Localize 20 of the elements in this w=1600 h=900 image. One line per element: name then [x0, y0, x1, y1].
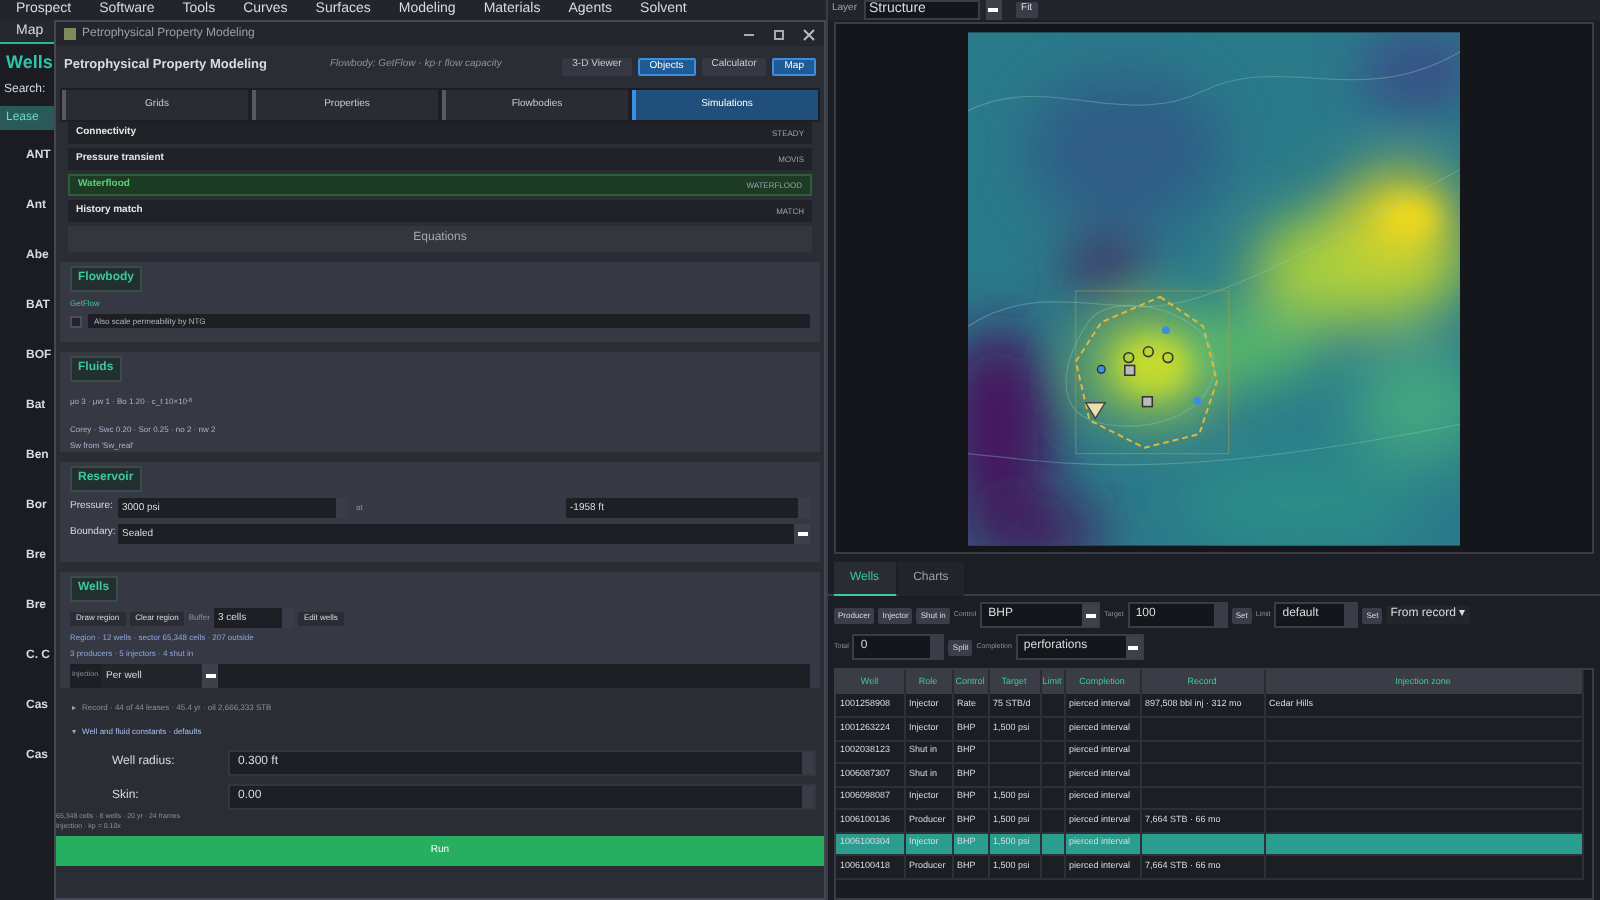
well-marker[interactable]: [1124, 363, 1136, 376]
maximize-icon[interactable]: [774, 29, 784, 39]
region-polygon[interactable]: [1074, 294, 1218, 448]
dropdown-button[interactable]: [794, 524, 810, 544]
dropdown-button[interactable]: [202, 664, 219, 688]
well-marker[interactable]: [1123, 350, 1135, 363]
sidebar-heading: Wells: [4, 50, 54, 76]
triangle-marker[interactable]: [1084, 401, 1107, 419]
well-marker[interactable]: [1141, 395, 1154, 407]
dropdown-button[interactable]: [985, 0, 1002, 20]
well-marker[interactable]: [1142, 345, 1155, 357]
well-marker[interactable]: [1193, 395, 1202, 404]
well-marker[interactable]: [1096, 363, 1106, 373]
checkbox[interactable]: [70, 315, 82, 327]
close-icon[interactable]: [802, 27, 816, 41]
well-marker[interactable]: [1162, 350, 1174, 363]
dropdown-button[interactable]: [1082, 604, 1099, 626]
dropdown-button[interactable]: [1125, 636, 1142, 658]
well-marker[interactable]: [1162, 325, 1170, 334]
app-icon: [64, 28, 76, 40]
